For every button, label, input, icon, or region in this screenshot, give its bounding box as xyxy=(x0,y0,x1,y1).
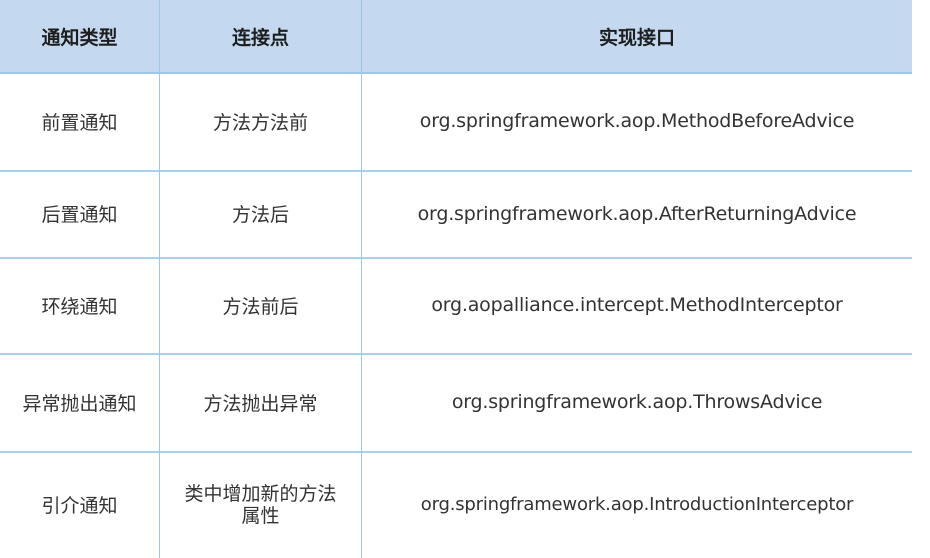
advice-type-cell: 前置通知 xyxy=(41,111,118,134)
header-advice-type: 通知类型 xyxy=(41,26,118,49)
interface-cell: org.aopalliance.intercept.MethodIntercep… xyxy=(361,257,912,353)
join-point-text: 类中增加新的方法属性 xyxy=(184,482,337,527)
advice-type-cell: 环绕通知 xyxy=(41,295,118,318)
interface-cell: org.springframework.aop.AfterReturningAd… xyxy=(361,170,912,257)
advice-type-cell: 引介通知 xyxy=(41,495,118,517)
table-row: 环绕通知 方法前后 org.aopalliance.intercept.Meth… xyxy=(0,257,912,355)
join-point-cell: 方法前后 xyxy=(159,257,361,353)
join-point-cell: 方法后 xyxy=(159,170,361,257)
advice-type-cell: 后置通知 xyxy=(41,204,118,226)
table-row: 引介通知 类中增加新的方法属性 org.springframework.aop.… xyxy=(0,451,912,558)
join-point-cell: 类中增加新的方法属性 xyxy=(159,451,361,558)
join-point-cell: 方法抛出异常 xyxy=(159,353,361,451)
advice-type-cell: 异常抛出通知 xyxy=(22,392,137,415)
table-row: 前置通知 方法方法前 org.springframework.aop.Metho… xyxy=(0,72,912,172)
header-join-point: 连接点 xyxy=(159,0,361,72)
interface-cell: org.springframework.aop.ThrowsAdvice xyxy=(361,353,912,451)
interface-cell: org.springframework.aop.MethodBeforeAdvi… xyxy=(361,72,912,170)
header-interface: 实现接口 xyxy=(361,0,912,72)
table-row: 异常抛出通知 方法抛出异常 org.springframework.aop.Th… xyxy=(0,353,912,453)
table-header-row: 通知类型 连接点 实现接口 xyxy=(0,0,912,74)
table-row: 后置通知 方法后 org.springframework.aop.AfterRe… xyxy=(0,170,912,259)
join-point-cell: 方法方法前 xyxy=(159,72,361,170)
advice-types-table: 通知类型 连接点 实现接口 前置通知 方法方法前 org.springframe… xyxy=(0,0,912,558)
interface-cell: org.springframework.aop.IntroductionInte… xyxy=(361,451,912,558)
